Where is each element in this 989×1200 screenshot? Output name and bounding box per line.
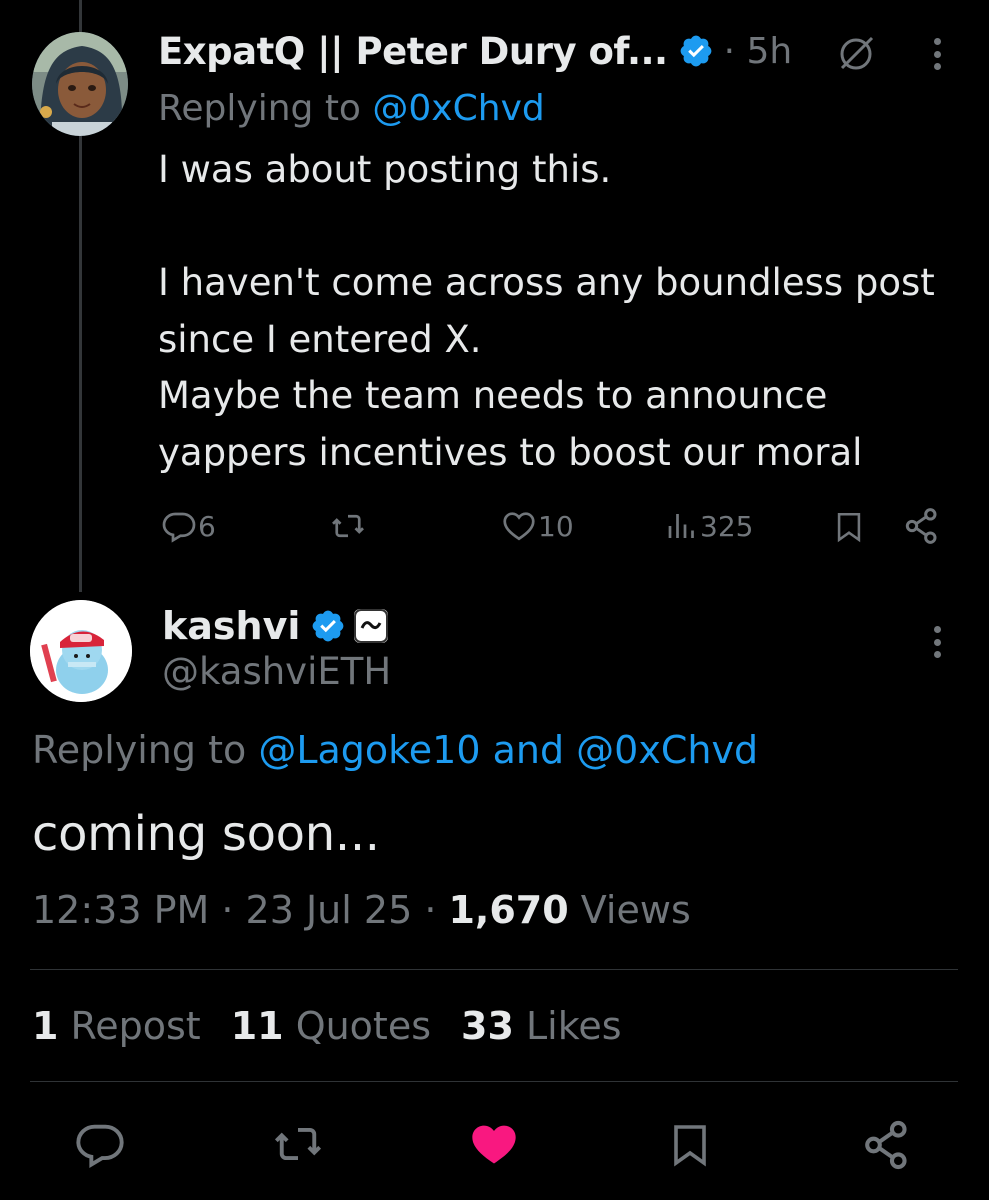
- main-author-avatar[interactable]: [30, 600, 132, 702]
- main-timestamp[interactable]: 12:33 PM · 23 Jul 25 ·: [32, 888, 448, 932]
- main-author-header: kashvi: [162, 598, 389, 654]
- divider: [30, 969, 958, 970]
- repost-icon: [332, 514, 364, 538]
- main-replying-to: Replying to @Lagoke10 and @0xChvd: [32, 728, 759, 772]
- repost-icon: [274, 1127, 322, 1161]
- mention-links[interactable]: @Lagoke10 and @0xChvd: [258, 728, 758, 772]
- verified-badge-icon: [313, 610, 344, 642]
- reply-action-bar: 6 10 325: [158, 502, 958, 552]
- share-icon: [865, 1120, 907, 1170]
- affiliate-badge-icon[interactable]: [354, 609, 389, 643]
- quotes-stat[interactable]: 11 Quotes: [231, 1004, 431, 1048]
- reply-count: 6: [198, 509, 216, 543]
- reply-author-avatar[interactable]: [32, 32, 128, 136]
- reply-text: I was about posting this. I haven't come…: [158, 148, 935, 474]
- bookmark-button[interactable]: [832, 508, 866, 546]
- reply-tweet[interactable]: ExpatQ || Peter Dury of... · 5h Replying…: [158, 22, 958, 481]
- reply-author-name[interactable]: ExpatQ || Peter Dury of...: [158, 30, 668, 73]
- main-tweet-text: coming soon...: [32, 806, 380, 862]
- main-views-count: 1,670: [448, 888, 569, 932]
- more-icon[interactable]: [934, 626, 942, 658]
- views-icon: [668, 514, 694, 538]
- more-icon[interactable]: [934, 38, 942, 70]
- share-button[interactable]: [860, 1118, 914, 1176]
- share-button[interactable]: [902, 506, 942, 546]
- likes-stat[interactable]: 33 Likes: [461, 1004, 622, 1048]
- reply-button[interactable]: [74, 1118, 126, 1174]
- divider: [30, 1081, 958, 1082]
- like-icon: [503, 512, 535, 541]
- reply-replying-to: Replying to @0xChvd: [158, 88, 545, 129]
- main-author-name[interactable]: kashvi: [162, 604, 300, 648]
- like-button[interactable]: 10: [500, 508, 574, 544]
- engagement-stats: 1 Repost 11 Quotes 33 Likes: [32, 1004, 622, 1048]
- like-button[interactable]: [466, 1118, 522, 1174]
- bookmark-button[interactable]: [666, 1118, 714, 1176]
- reposts-stat[interactable]: 1 Repost: [32, 1004, 201, 1048]
- main-author-handle[interactable]: @kashviETH: [162, 650, 391, 693]
- reply-icon: [162, 512, 196, 543]
- repost-button[interactable]: [270, 1118, 326, 1174]
- reply-button[interactable]: 6: [160, 508, 216, 544]
- main-tweet-meta: 12:33 PM · 23 Jul 25 · 1,670 Views: [32, 888, 691, 932]
- grok-icon[interactable]: [834, 32, 878, 76]
- mention-link[interactable]: @0xChvd: [372, 88, 544, 129]
- reply-icon: [76, 1124, 124, 1169]
- reply-timestamp[interactable]: · 5h: [724, 31, 793, 72]
- views-button[interactable]: 325: [664, 508, 753, 544]
- bookmark-icon: [674, 1125, 706, 1167]
- share-icon: [905, 508, 937, 544]
- view-count: 325: [700, 509, 754, 543]
- main-action-bar: [0, 1108, 989, 1178]
- like-count: 10: [538, 509, 574, 543]
- like-icon: [472, 1125, 516, 1164]
- repost-button[interactable]: [328, 508, 368, 544]
- bookmark-icon: [837, 512, 861, 543]
- verified-badge-icon: [680, 35, 711, 67]
